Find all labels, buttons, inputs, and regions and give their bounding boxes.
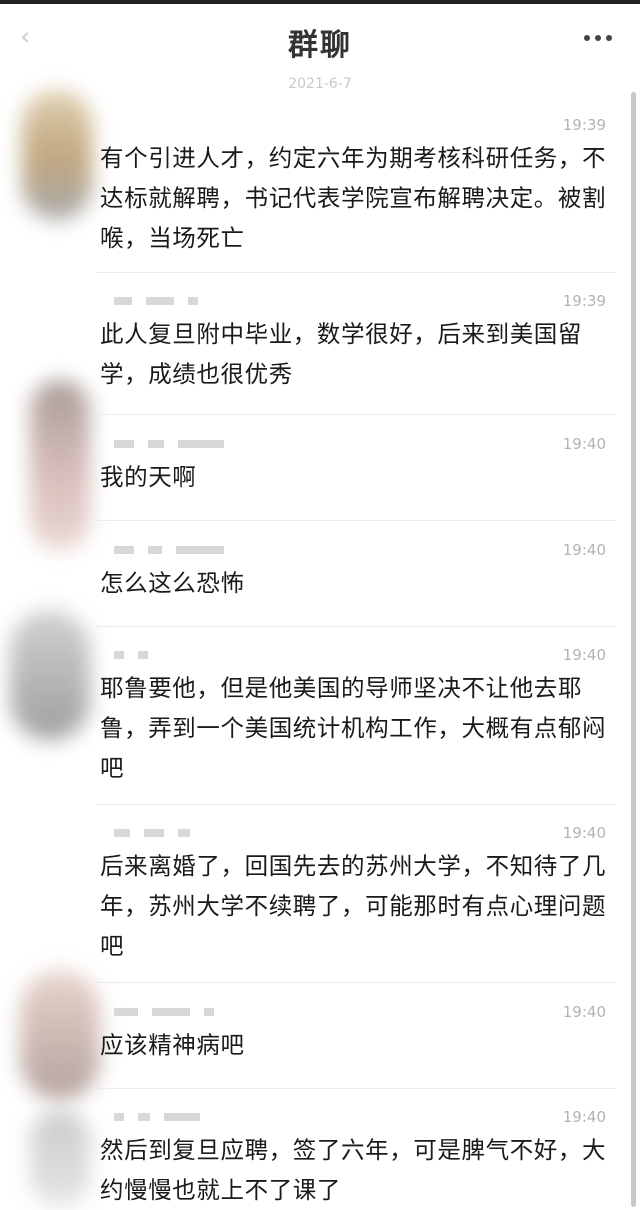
message-item[interactable]: 19:39 有个引进人才，约定六年为期考核科研任务，不达标就解聘，书记代表学院宣…	[96, 116, 616, 266]
more-dots-icon[interactable]	[580, 28, 616, 48]
divider	[96, 1088, 616, 1089]
message-time: 19:40	[562, 1108, 606, 1126]
status-line	[0, 0, 640, 4]
message-text: 然后到复旦应聘，签了六年，可是脾气不好，大约慢慢也就上不了课了	[100, 1136, 607, 1204]
message-text: 此人复旦附中毕业，数学很好，后来到美国留学，成绩也很优秀	[100, 320, 582, 388]
message-time: 19:40	[562, 646, 606, 664]
sender-name-masked	[114, 1112, 224, 1122]
message-text: 有个引进人才，约定六年为期考核科研任务，不达标就解聘，书记代表学院宣布解聘决定。…	[100, 144, 607, 252]
avatar[interactable]	[30, 1110, 90, 1207]
message-item[interactable]: 19:40 我的天啊	[96, 435, 616, 505]
message-item[interactable]: 19:40 耶鲁要他，但是他美国的导师坚决不让他去耶鲁，弄到一个美国统计机构工作…	[96, 646, 616, 796]
avatar[interactable]	[10, 610, 90, 740]
message-text: 我的天啊	[100, 463, 197, 491]
sender-name-masked	[114, 296, 224, 306]
scrollbar[interactable]	[631, 92, 636, 1207]
message-time: 19:39	[562, 116, 606, 134]
message-time: 19:40	[562, 1003, 606, 1021]
message-time: 19:39	[562, 292, 606, 310]
chat-title: 群聊	[288, 28, 352, 63]
message-text: 应该精神病吧	[100, 1031, 245, 1059]
message-item[interactable]: 19:40 应该精神病吧	[96, 1003, 616, 1073]
divider	[96, 982, 616, 983]
divider	[96, 414, 616, 415]
sender-name-masked	[114, 439, 225, 449]
sender-name-masked	[114, 650, 224, 660]
avatar[interactable]	[22, 90, 92, 220]
divider	[96, 520, 616, 521]
message-text: 怎么这么恐怖	[100, 569, 245, 597]
sender-name-masked	[114, 1007, 224, 1017]
message-text: 后来离婚了，回国先去的苏州大学，不知待了几年，苏州大学不续聘了，可能那时有点心理…	[100, 852, 607, 960]
divider	[96, 804, 616, 805]
message-time: 19:40	[562, 824, 606, 842]
message-time: 19:40	[562, 541, 606, 559]
sender-name-masked	[114, 828, 224, 838]
avatar[interactable]	[20, 970, 100, 1100]
divider	[96, 626, 616, 627]
sender-name-masked	[114, 545, 224, 555]
message-item[interactable]: 19:40 怎么这么恐怖	[96, 541, 616, 611]
date-label: 2021-6-7	[288, 76, 352, 92]
header-bar: ‹ 群聊 2021-6-7	[0, 0, 640, 92]
message-item[interactable]: 19:40 后来离婚了，回国先去的苏州大学，不知待了几年，苏州大学不续聘了，可能…	[96, 824, 616, 964]
message-item[interactable]: 19:39 此人复旦附中毕业，数学很好，后来到美国留学，成绩也很优秀	[96, 292, 616, 402]
message-text: 耶鲁要他，但是他美国的导师坚决不让他去耶鲁，弄到一个美国统计机构工作，大概有点郁…	[100, 674, 607, 782]
message-time: 19:40	[562, 435, 606, 453]
divider	[96, 272, 616, 273]
message-item[interactable]: 19:40 然后到复旦应聘，签了六年，可是脾气不好，大约慢慢也就上不了课了	[96, 1108, 616, 1207]
avatar[interactable]	[30, 380, 90, 550]
